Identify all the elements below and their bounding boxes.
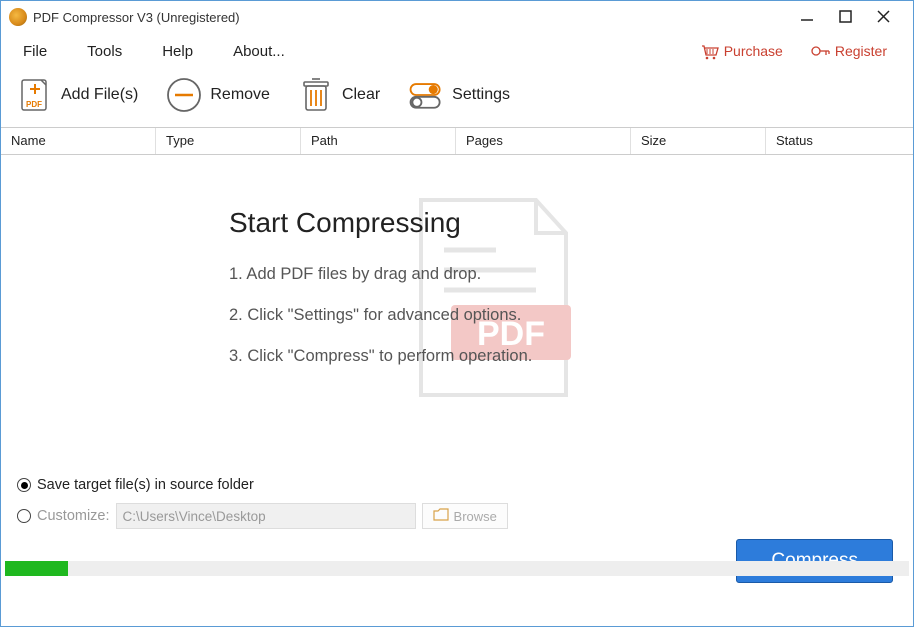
table-header: Name Type Path Pages Size Status [1,127,913,155]
toggle-icon [406,75,446,115]
output-options: Save target file(s) in source folder Cus… [1,467,913,561]
register-link[interactable]: Register [811,43,887,59]
folder-icon [433,508,449,524]
clear-label: Clear [342,86,380,104]
save-source-label: Save target file(s) in source folder [37,477,254,493]
cart-icon [700,44,718,59]
progress-bar [5,561,909,576]
remove-button[interactable]: Remove [154,71,280,119]
progress-fill [5,561,68,576]
menu-file[interactable]: File [9,39,61,64]
purchase-link[interactable]: Purchase [700,43,783,59]
window-title: PDF Compressor V3 (Unregistered) [33,10,801,25]
intro-step-3: 3. Click "Compress" to perform operation… [229,347,913,366]
column-name[interactable]: Name [1,128,156,154]
menu-help[interactable]: Help [148,39,207,64]
intro-heading: Start Compressing [229,207,913,239]
svg-text:PDF: PDF [26,100,42,109]
menu-about[interactable]: About... [219,39,299,64]
column-pages[interactable]: Pages [456,128,631,154]
intro-step-2: 2. Click "Settings" for advanced options… [229,306,913,325]
add-file-icon: PDF [15,75,55,115]
browse-button[interactable]: Browse [422,503,508,529]
column-size[interactable]: Size [631,128,766,154]
browse-label: Browse [454,509,497,524]
close-icon[interactable] [877,10,891,24]
customize-label: Customize: [37,508,110,524]
toolbar: PDF Add File(s) Remove Cle [1,69,913,127]
add-files-label: Add File(s) [61,86,138,104]
minimize-icon[interactable] [801,10,815,24]
clear-button[interactable]: Clear [286,71,390,119]
customize-radio[interactable] [17,509,31,523]
empty-state[interactable]: PDF Start Compressing 1. Add PDF files b… [1,155,913,467]
menu-bar: File Tools Help About... Purchase [1,33,913,69]
settings-button[interactable]: Settings [396,71,520,119]
column-type[interactable]: Type [156,128,301,154]
remove-label: Remove [210,86,270,104]
key-icon [811,44,829,59]
settings-label: Settings [452,86,510,104]
save-source-radio[interactable] [17,478,31,492]
register-label: Register [835,43,887,59]
app-icon [9,8,27,26]
column-path[interactable]: Path [301,128,456,154]
intro-step-1: 1. Add PDF files by drag and drop. [229,265,913,284]
menu-tools[interactable]: Tools [73,39,136,64]
window-controls [801,10,909,24]
remove-icon [164,75,204,115]
column-status[interactable]: Status [766,128,913,154]
maximize-icon[interactable] [839,10,853,24]
trash-icon [296,75,336,115]
output-path-input[interactable] [116,503,416,529]
title-bar: PDF Compressor V3 (Unregistered) [1,1,913,33]
add-files-button[interactable]: PDF Add File(s) [5,71,148,119]
purchase-label: Purchase [724,43,783,59]
